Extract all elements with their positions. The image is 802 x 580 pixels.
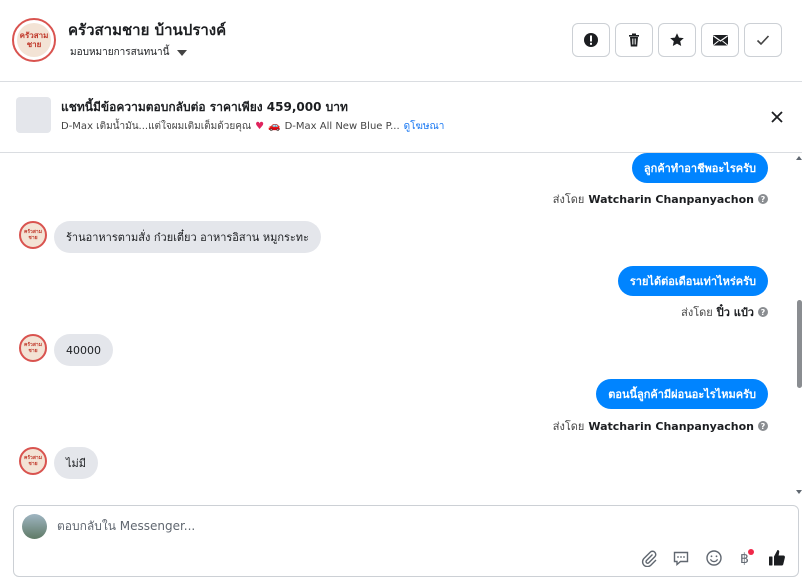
outgoing-message[interactable]: รายได้ต่อเดือนเท่าไหร่ครับ (617, 266, 768, 296)
incoming-message[interactable]: ร้านอาหารตามสั่ง ก๋วยเตี๋ยว อาหารอิสาน ห… (54, 221, 321, 253)
sent-by-label: ส่งโดย (552, 420, 585, 433)
like-button[interactable] (767, 548, 787, 568)
mark-done-button[interactable] (744, 23, 782, 57)
reply-composer: ฿ (13, 505, 799, 577)
view-ad-link[interactable]: ดูโฆษณา (404, 119, 445, 134)
incoming-message[interactable]: 40000 (54, 334, 113, 366)
mark-spam-button[interactable] (572, 23, 610, 57)
assign-conversation-dropdown[interactable]: มอบหมายการสนทนานี้ (70, 45, 188, 60)
message-thread[interactable]: ลูกค้าทำอาชีพอะไรครับ ส่งโดย Watcharin C… (0, 153, 802, 498)
ad-banner: แชทนี้มีข้อความตอบกลับต่อ ราคาเพียง 459,… (0, 82, 802, 153)
sent-by-line: ส่งโดย Watcharin Chanpanyachon ? (553, 190, 768, 208)
baht-icon: ฿ (740, 549, 754, 567)
scroll-up-arrow-icon[interactable] (796, 155, 802, 161)
car-icon: 🚗 (268, 121, 281, 132)
info-icon[interactable]: ? (758, 194, 768, 204)
user-avatar (22, 514, 47, 539)
incoming-message[interactable]: ไม่มี (54, 447, 99, 479)
svg-text:฿: ฿ (740, 551, 749, 567)
ad-desc-part1: D-Max เติมน้ำมัน...แต่ใจผมเติมเต็มด้วยคุ… (61, 121, 252, 132)
assign-label: มอบหมายการสนทนานี้ (70, 47, 170, 58)
customer-avatar: ครัวสามชาย (19, 447, 47, 475)
envelope-icon (712, 35, 728, 46)
close-icon (771, 111, 783, 123)
sent-by-line: ส่งโดย ปิ๋ว แป๋ว ? (681, 303, 768, 321)
saved-replies-icon (673, 551, 689, 567)
reply-input[interactable] (57, 516, 557, 536)
mark-unread-button[interactable] (701, 23, 739, 57)
ad-desc-part2: D-Max All New Blue P... (284, 121, 400, 132)
close-ad-button[interactable] (768, 108, 786, 126)
emoji-button[interactable] (704, 548, 724, 568)
star-icon (670, 33, 684, 46)
page-avatar[interactable]: ครัวสามชาย (12, 18, 56, 62)
sender-name: Watcharin Chanpanyachon (588, 192, 754, 206)
sender-name: Watcharin Chanpanyachon (588, 419, 754, 433)
delete-button[interactable] (615, 23, 653, 57)
scroll-down-arrow-icon[interactable] (796, 489, 802, 495)
ad-thumbnail (16, 97, 51, 133)
sent-by-label: ส่งโดย (552, 193, 585, 206)
ad-title: แชทนี้มีข้อความตอบกลับต่อ ราคาเพียง 459,… (61, 100, 348, 114)
star-button[interactable] (658, 23, 696, 57)
sent-by-line: ส่งโดย Watcharin Chanpanyachon ? (553, 417, 768, 435)
emoji-icon (706, 550, 722, 566)
saved-replies-button[interactable] (671, 548, 691, 568)
customer-avatar: ครัวสามชาย (19, 334, 47, 362)
attach-button[interactable] (639, 548, 659, 568)
outgoing-message[interactable]: ลูกค้าทำอาชีพอะไรครับ (631, 153, 768, 183)
outgoing-message[interactable]: ตอนนี้ลูกค้ามีผ่อนอะไรไหมครับ (596, 379, 768, 409)
scrollbar-thumb[interactable] (797, 300, 802, 388)
exclamation-circle-icon (584, 33, 598, 47)
sent-by-label: ส่งโดย (681, 306, 713, 319)
payment-button[interactable]: ฿ (735, 548, 755, 568)
heart-icon: ♥ (255, 121, 265, 132)
conversation-header: ครัวสามชาย ครัวสามชาย บ้านปรางค์ มอบหมาย… (0, 0, 802, 82)
check-icon (756, 35, 770, 46)
trash-icon (629, 33, 639, 47)
paperclip-icon (641, 550, 657, 567)
page-logo: ครัวสามชาย (17, 23, 51, 57)
info-icon[interactable]: ? (758, 421, 768, 431)
customer-avatar: ครัวสามชาย (19, 221, 47, 249)
page-title: ครัวสามชาย บ้านปรางค์ (68, 21, 227, 39)
caret-down-icon (177, 49, 188, 56)
thumbs-up-icon (769, 550, 785, 566)
info-icon[interactable]: ? (758, 307, 768, 317)
ad-description: D-Max เติมน้ำมัน...แต่ใจผมเติมเต็มด้วยคุ… (61, 119, 444, 134)
sender-name: ปิ๋ว แป๋ว (716, 306, 754, 319)
